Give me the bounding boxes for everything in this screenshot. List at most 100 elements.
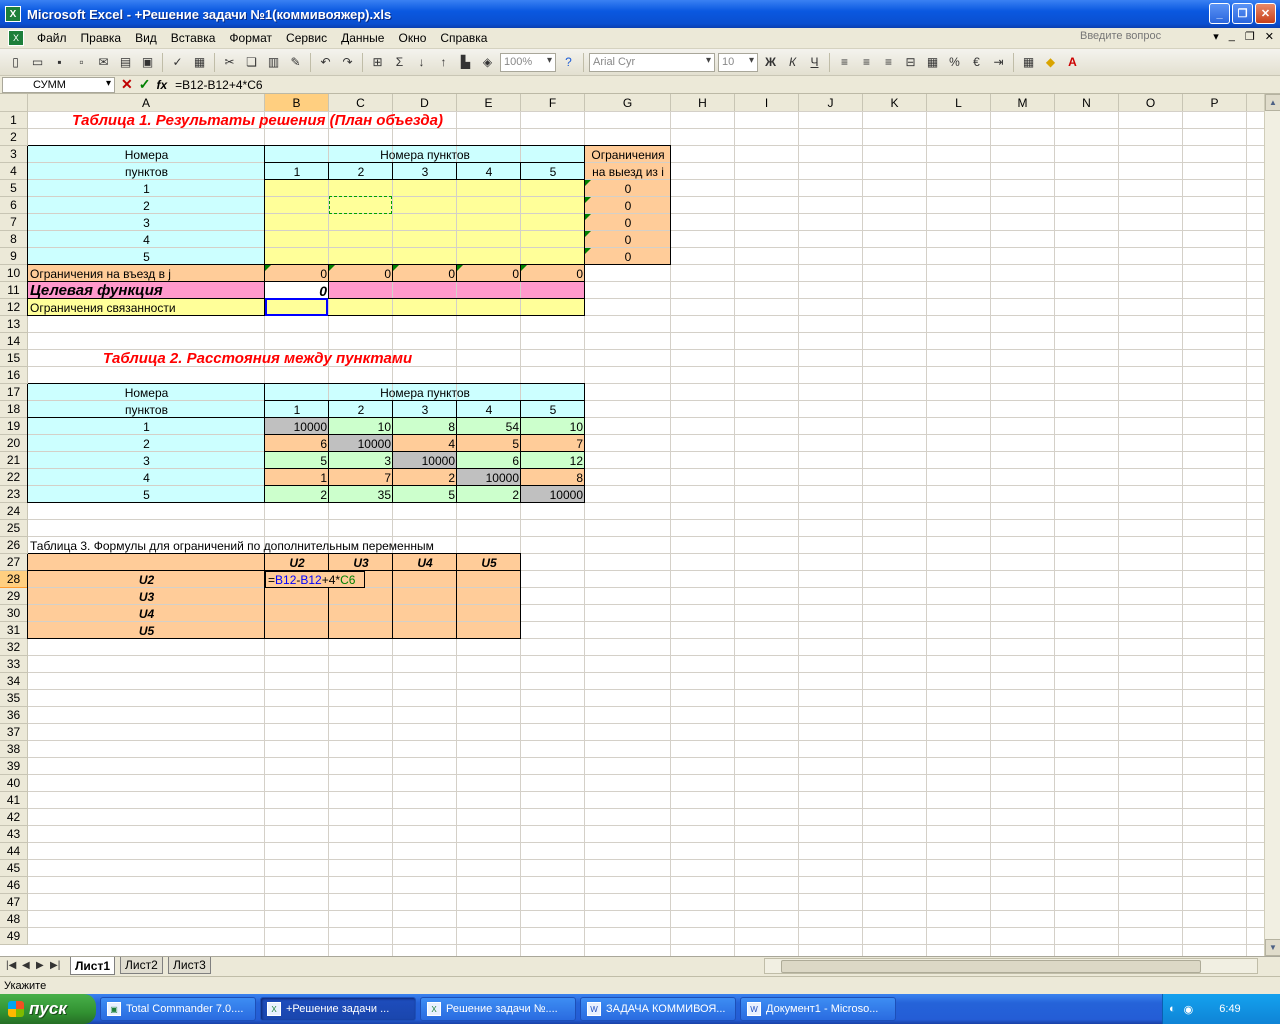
column-header-L[interactable]: L (927, 94, 991, 112)
tray-network-icon[interactable]: ◐ (1169, 1003, 1176, 1015)
objective-value[interactable]: 0 (265, 282, 329, 299)
row-header-26[interactable]: 26 (0, 537, 28, 554)
col-number[interactable]: 1 (265, 401, 329, 418)
task-excel-2[interactable]: X Решение задачи №.... (420, 997, 576, 1021)
out-limit-value[interactable]: 0 (585, 197, 671, 214)
distance-value[interactable]: 10000 (393, 452, 457, 469)
next-sheet-icon[interactable]: ▶ (36, 960, 44, 971)
out-limit-header-b[interactable]: на выезд из i (585, 163, 671, 180)
row-header-23[interactable]: 23 (0, 486, 28, 503)
row-header-41[interactable]: 41 (0, 792, 28, 809)
row-header-47[interactable]: 47 (0, 894, 28, 911)
doc-close-button[interactable]: ✕ (1265, 30, 1274, 43)
row-header-20[interactable]: 20 (0, 435, 28, 452)
select-all-corner[interactable] (0, 94, 28, 112)
u-row-label[interactable]: U2 (28, 571, 265, 588)
indent-icon[interactable]: ⇥ (989, 53, 1008, 72)
drawing-icon[interactable]: ◈ (478, 53, 497, 72)
in-limit-value[interactable]: 0 (393, 265, 457, 282)
column-header-G[interactable]: G (585, 94, 671, 112)
doc-restore-button[interactable]: ❐ (1245, 30, 1255, 43)
row-number[interactable]: 1 (28, 418, 265, 435)
u-header[interactable]: U5 (457, 554, 521, 571)
objective-label[interactable]: Целевая функция (28, 282, 265, 299)
row-header-37[interactable]: 37 (0, 724, 28, 741)
distance-value[interactable]: 10000 (457, 469, 521, 486)
name-box[interactable]: СУММ (2, 76, 115, 93)
vertical-scrollbar[interactable]: ▲ ▼ (1264, 94, 1280, 956)
col-number[interactable]: 4 (457, 163, 521, 180)
row-header-29[interactable]: 29 (0, 588, 28, 605)
sheet-tab-2[interactable]: Лист2 (120, 957, 163, 974)
menu-format[interactable]: Формат (222, 31, 279, 45)
row-number[interactable]: 3 (28, 452, 265, 469)
row-number[interactable]: 4 (28, 231, 265, 248)
distance-value[interactable]: 2 (265, 486, 329, 503)
points-header-b[interactable]: пунктов (28, 401, 265, 418)
distance-value[interactable]: 3 (329, 452, 393, 469)
spelling-icon[interactable]: ✓ (168, 53, 187, 72)
col-number[interactable]: 5 (521, 401, 585, 418)
u-header[interactable]: U3 (329, 554, 393, 571)
distance-value[interactable]: 1 (265, 469, 329, 486)
zoom-select[interactable]: 100% (500, 52, 556, 72)
permission-icon[interactable]: ▫ (72, 53, 91, 72)
menu-tools[interactable]: Сервис (279, 31, 334, 45)
row-header-43[interactable]: 43 (0, 826, 28, 843)
task-total-commander[interactable]: ▣ Total Commander 7.0.... (100, 997, 256, 1021)
menu-insert[interactable]: Вставка (164, 31, 223, 45)
row-header-5[interactable]: 5 (0, 180, 28, 197)
email-icon[interactable]: ✉ (94, 53, 113, 72)
workbook-icon[interactable]: X (8, 30, 24, 46)
row-header-49[interactable]: 49 (0, 928, 28, 945)
distance-value[interactable]: 54 (457, 418, 521, 435)
row-number[interactable]: 5 (28, 248, 265, 265)
row-header-13[interactable]: 13 (0, 316, 28, 333)
distance-value[interactable]: 8 (521, 469, 585, 486)
chart-wizard-icon[interactable]: ▙ (456, 53, 475, 72)
cancel-icon[interactable]: ✕ (121, 76, 133, 93)
row-header-6[interactable]: 6 (0, 197, 28, 214)
row-header-42[interactable]: 42 (0, 809, 28, 826)
column-header-H[interactable]: H (671, 94, 735, 112)
row-header-34[interactable]: 34 (0, 673, 28, 690)
column-header-Q[interactable]: Q (1247, 94, 1264, 112)
task-excel-active[interactable]: X +Решение задачи ... (260, 997, 416, 1021)
first-sheet-icon[interactable]: |◀ (6, 960, 16, 971)
row-number[interactable]: 1 (28, 180, 265, 197)
points-numbers-header[interactable]: Номера пунктов (265, 146, 585, 163)
distance-value[interactable]: 2 (457, 486, 521, 503)
row-header-45[interactable]: 45 (0, 860, 28, 877)
row-number[interactable]: 4 (28, 469, 265, 486)
paste-icon[interactable]: ▥ (264, 53, 283, 72)
column-header-C[interactable]: C (329, 94, 393, 112)
row-header-30[interactable]: 30 (0, 605, 28, 622)
row-header-14[interactable]: 14 (0, 333, 28, 350)
font-size-select[interactable]: 10 (718, 52, 758, 72)
prev-sheet-icon[interactable]: ◀ (22, 960, 30, 971)
distance-value[interactable]: 10 (329, 418, 393, 435)
align-left-icon[interactable]: ≡ (835, 53, 854, 72)
last-sheet-icon[interactable]: ▶| (50, 960, 60, 971)
copy-icon[interactable]: ❏ (242, 53, 261, 72)
sheet-tab-3[interactable]: Лист3 (168, 957, 211, 974)
row-number[interactable]: 2 (28, 435, 265, 452)
row-number[interactable]: 2 (28, 197, 265, 214)
column-header-A[interactable]: A (28, 94, 265, 112)
col-number[interactable]: 2 (329, 163, 393, 180)
fill-color-icon[interactable]: ◆ (1041, 53, 1060, 72)
sort-desc-icon[interactable]: ↑ (434, 53, 453, 72)
insert-function-icon[interactable]: fx (156, 78, 167, 92)
row-header-1[interactable]: 1 (0, 112, 28, 129)
in-limit-value[interactable]: 0 (329, 265, 393, 282)
in-limit-value[interactable]: 0 (521, 265, 585, 282)
enter-icon[interactable]: ✓ (139, 76, 151, 93)
row-header-16[interactable]: 16 (0, 367, 28, 384)
out-limit-value[interactable]: 0 (585, 231, 671, 248)
distance-value[interactable]: 8 (393, 418, 457, 435)
col-number[interactable]: 5 (521, 163, 585, 180)
distance-value[interactable]: 6 (265, 435, 329, 452)
distance-value[interactable]: 10000 (265, 418, 329, 435)
row-header-48[interactable]: 48 (0, 911, 28, 928)
column-header-O[interactable]: O (1119, 94, 1183, 112)
